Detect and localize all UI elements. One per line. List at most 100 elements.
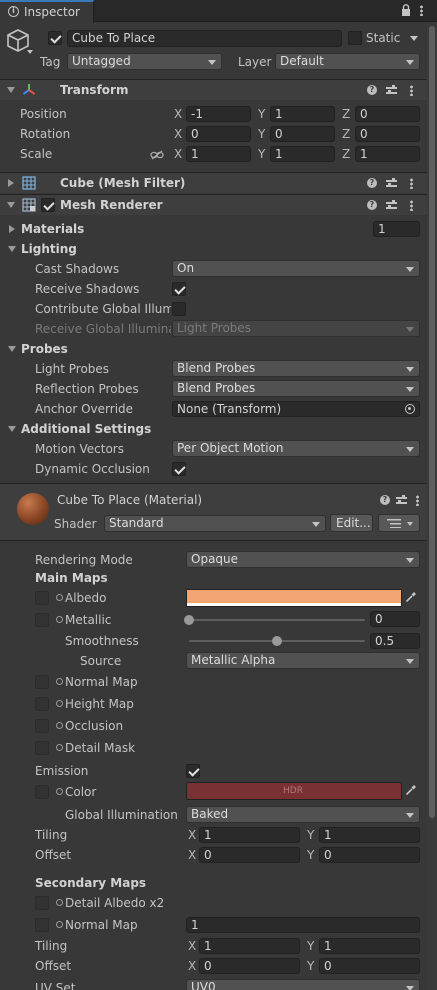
- offset-x-field[interactable]: 0: [199, 847, 300, 863]
- rotation-x-field[interactable]: 0: [186, 126, 251, 142]
- metallic-picker-icon[interactable]: [56, 616, 63, 623]
- uv-set-dropdown[interactable]: UV0: [186, 979, 420, 990]
- motion-vectors-dropdown[interactable]: Per Object Motion: [172, 440, 420, 457]
- static-checkbox[interactable]: [348, 31, 362, 45]
- object-picker-icon[interactable]: [405, 404, 415, 414]
- secondary-tiling-x-field[interactable]: 1: [199, 938, 300, 954]
- secondary-tiling-y-field[interactable]: 1: [319, 938, 420, 954]
- help-icon[interactable]: ?: [367, 200, 377, 210]
- anchor-override-field[interactable]: None (Transform): [172, 401, 420, 417]
- component-menu-icon[interactable]: [410, 85, 413, 96]
- probes-fold-icon[interactable]: [8, 346, 16, 352]
- materials-fold-icon[interactable]: [9, 225, 15, 233]
- vertical-scrollbar[interactable]: [427, 22, 437, 990]
- lock-icon[interactable]: [401, 4, 411, 16]
- material-preview-sphere-icon[interactable]: [17, 493, 49, 525]
- materials-label[interactable]: Materials: [21, 221, 84, 237]
- help-icon[interactable]: ?: [380, 495, 390, 505]
- occlusion-picker-icon[interactable]: [56, 722, 63, 729]
- fold-open-icon[interactable]: [7, 87, 15, 93]
- tag-dropdown[interactable]: Untagged: [67, 53, 222, 70]
- material-menu-icon[interactable]: [416, 495, 419, 506]
- height-map-picker-icon[interactable]: [56, 700, 63, 707]
- tiling-x-field[interactable]: 1: [199, 827, 300, 843]
- detail-mask-texture-slot[interactable]: [35, 741, 49, 755]
- tab-inspector[interactable]: i Inspector: [0, 0, 94, 23]
- constrain-proportions-icon[interactable]: [150, 149, 164, 160]
- shader-list-button[interactable]: [378, 514, 420, 532]
- offset-y-field[interactable]: 0: [319, 847, 420, 863]
- normal-map-picker-icon[interactable]: [56, 678, 63, 685]
- height-map-texture-slot[interactable]: [35, 697, 49, 711]
- eyedropper-icon[interactable]: [405, 784, 417, 796]
- metallic-texture-slot[interactable]: [35, 613, 49, 627]
- mesh-renderer-enabled-checkbox[interactable]: [41, 198, 55, 212]
- metallic-slider-knob[interactable]: [184, 615, 194, 625]
- detail-mask-picker-icon[interactable]: [56, 744, 63, 751]
- occlusion-texture-slot[interactable]: [35, 719, 49, 733]
- metallic-slider-track[interactable]: [189, 619, 365, 621]
- transform-header[interactable]: Transform ?: [0, 79, 427, 100]
- scrollbar-thumb[interactable]: [429, 26, 435, 818]
- position-x-field[interactable]: -1: [186, 106, 251, 122]
- eyedropper-icon[interactable]: [405, 591, 417, 603]
- detail-albedo-picker-icon[interactable]: [56, 899, 63, 906]
- fold-closed-icon[interactable]: [8, 179, 14, 187]
- secondary-normal-map-picker-icon[interactable]: [56, 921, 63, 928]
- presets-icon[interactable]: [386, 200, 397, 210]
- reflection-probes-dropdown[interactable]: Blend Probes: [172, 380, 420, 397]
- rendering-mode-dropdown[interactable]: Opaque: [186, 551, 420, 568]
- fold-open-icon[interactable]: [7, 202, 15, 208]
- emission-checkbox[interactable]: [186, 764, 200, 778]
- presets-icon[interactable]: [396, 495, 407, 505]
- position-y-field[interactable]: 1: [270, 106, 335, 122]
- materials-count-field[interactable]: 1: [373, 221, 420, 237]
- detail-albedo-texture-slot[interactable]: [35, 896, 49, 910]
- smoothness-value-field[interactable]: 0.5: [370, 633, 420, 649]
- emission-color-swatch[interactable]: HDR: [186, 782, 402, 800]
- position-z-field[interactable]: 0: [355, 106, 420, 122]
- smoothness-slider-knob[interactable]: [272, 636, 282, 646]
- chevron-down-icon[interactable]: [27, 50, 33, 54]
- help-icon[interactable]: ?: [367, 178, 377, 188]
- dynamic-occlusion-checkbox[interactable]: [172, 462, 186, 476]
- cast-shadows-dropdown[interactable]: On: [172, 260, 420, 277]
- light-probes-dropdown[interactable]: Blend Probes: [172, 360, 420, 377]
- secondary-normal-scale-field[interactable]: 1: [186, 917, 420, 933]
- secondary-offset-x-field[interactable]: 0: [199, 958, 300, 974]
- layer-dropdown[interactable]: Default: [275, 53, 420, 70]
- active-checkbox[interactable]: [48, 31, 62, 45]
- emission-color-picker-icon[interactable]: [56, 788, 63, 795]
- scale-z-field[interactable]: 1: [355, 146, 420, 162]
- help-icon[interactable]: ?: [367, 85, 377, 95]
- global-illumination-dropdown[interactable]: Baked: [186, 806, 420, 823]
- presets-icon[interactable]: [386, 178, 397, 188]
- additional-settings-label[interactable]: Additional Settings: [21, 421, 151, 437]
- albedo-color-swatch[interactable]: [186, 589, 402, 607]
- secondary-offset-y-field[interactable]: 0: [319, 958, 420, 974]
- scale-x-field[interactable]: 1: [186, 146, 251, 162]
- contribute-gi-checkbox[interactable]: [172, 302, 186, 316]
- tiling-y-field[interactable]: 1: [319, 827, 420, 843]
- albedo-picker-icon[interactable]: [56, 594, 63, 601]
- lighting-label[interactable]: Lighting: [21, 241, 77, 257]
- tab-menu-icon[interactable]: [420, 5, 423, 16]
- component-menu-icon[interactable]: [410, 200, 413, 211]
- static-dropdown-icon[interactable]: [410, 36, 418, 41]
- rotation-y-field[interactable]: 0: [270, 126, 335, 142]
- albedo-texture-slot[interactable]: [35, 591, 49, 605]
- rotation-z-field[interactable]: 0: [355, 126, 420, 142]
- secondary-normal-map-texture-slot[interactable]: [35, 918, 49, 932]
- lighting-fold-icon[interactable]: [8, 246, 16, 252]
- source-dropdown[interactable]: Metallic Alpha: [186, 652, 420, 669]
- mesh-filter-header[interactable]: Cube (Mesh Filter) ?: [0, 172, 427, 193]
- scale-y-field[interactable]: 1: [270, 146, 335, 162]
- presets-icon[interactable]: [386, 85, 397, 95]
- component-menu-icon[interactable]: [410, 178, 413, 189]
- edit-shader-button[interactable]: Edit...: [330, 514, 373, 532]
- probes-label[interactable]: Probes: [21, 341, 68, 357]
- mesh-renderer-header[interactable]: Mesh Renderer ?: [0, 194, 427, 215]
- emission-texture-slot[interactable]: [35, 785, 49, 799]
- metallic-value-field[interactable]: 0: [370, 611, 420, 627]
- additional-settings-fold-icon[interactable]: [8, 426, 16, 432]
